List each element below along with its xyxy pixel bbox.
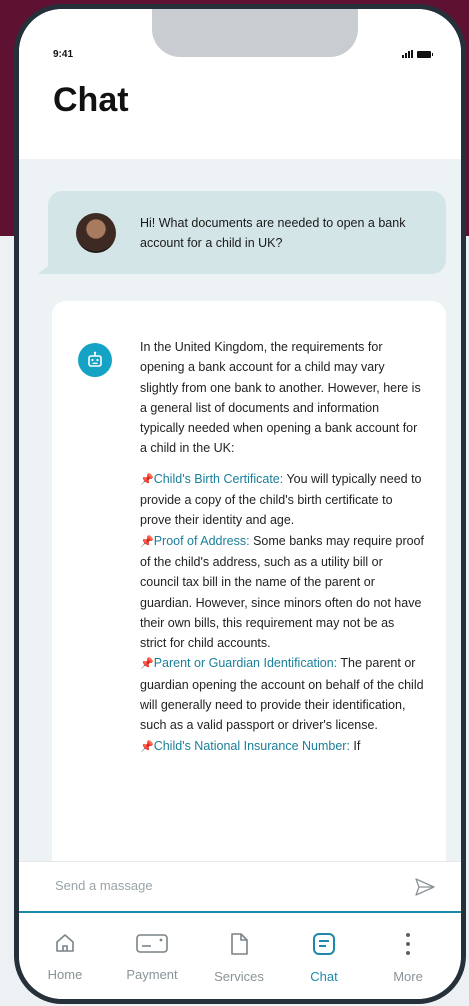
item-text: If: [349, 738, 361, 753]
tab-home[interactable]: Home: [30, 931, 100, 982]
list-item: 📌Proof of Address: Some banks may requir…: [140, 531, 424, 654]
tab-chat-label: Chat: [310, 969, 338, 984]
bot-intro: In the United Kingdom, the requirements …: [140, 340, 421, 456]
pin-icon: 📌: [140, 473, 154, 486]
bot-icon: [78, 343, 112, 377]
send-icon[interactable]: [413, 875, 437, 899]
message-input-bar: Send a massage: [19, 861, 461, 911]
pin-icon: 📌: [140, 535, 154, 548]
tab-more[interactable]: More: [373, 931, 443, 984]
item-title: Parent or Guardian Identification:: [153, 656, 338, 671]
status-time: 9:41: [53, 49, 74, 60]
bot-message: In the United Kingdom, the requirements …: [52, 301, 446, 901]
user-message: Hi! What documents are needed to open a …: [38, 191, 446, 274]
phone-screen: 9:41 Chat Hi! What documents are needed …: [19, 9, 461, 999]
page-title: Chat: [53, 81, 129, 119]
user-message-text: Hi! What documents are needed to open a …: [140, 216, 406, 250]
status-icons: [402, 50, 433, 58]
home-icon: [56, 934, 74, 952]
list-item: 📌Parent or Guardian Identification: The …: [140, 653, 424, 735]
tab-payment[interactable]: Payment: [117, 931, 187, 982]
tab-home-label: Home: [47, 967, 83, 982]
tab-more-label: More: [393, 969, 423, 984]
pin-icon: 📌: [140, 658, 154, 671]
phone-notch: [152, 9, 358, 57]
tab-services[interactable]: Services: [204, 931, 274, 984]
item-title: Proof of Address:: [153, 533, 250, 548]
list-item: 📌Child's National Insurance Number: If: [140, 736, 424, 757]
document-icon: [231, 933, 248, 955]
more-icon: [406, 933, 410, 955]
item-title: Child's Birth Certificate:: [153, 471, 284, 486]
signal-icon: [402, 50, 413, 58]
item-title: Child's National Insurance Number:: [153, 738, 350, 753]
tab-bar: Home Payment Services Chat More: [19, 911, 461, 999]
phone-frame: 9:41 Chat Hi! What documents are needed …: [14, 4, 466, 1004]
battery-icon: [417, 50, 433, 58]
card-icon: [136, 934, 168, 953]
tab-chat[interactable]: Chat: [289, 931, 359, 984]
item-text: Some banks may require proof of the chil…: [140, 533, 424, 651]
bot-message-text: In the United Kingdom, the requirements …: [140, 337, 424, 757]
list-item: 📌Child's Birth Certificate: You will typ…: [140, 469, 424, 531]
tab-services-label: Services: [214, 969, 264, 984]
avatar: [76, 213, 116, 253]
chat-icon: [313, 933, 335, 955]
message-input[interactable]: Send a massage: [55, 878, 153, 893]
tab-payment-label: Payment: [126, 967, 178, 982]
pin-icon: 📌: [140, 740, 154, 753]
